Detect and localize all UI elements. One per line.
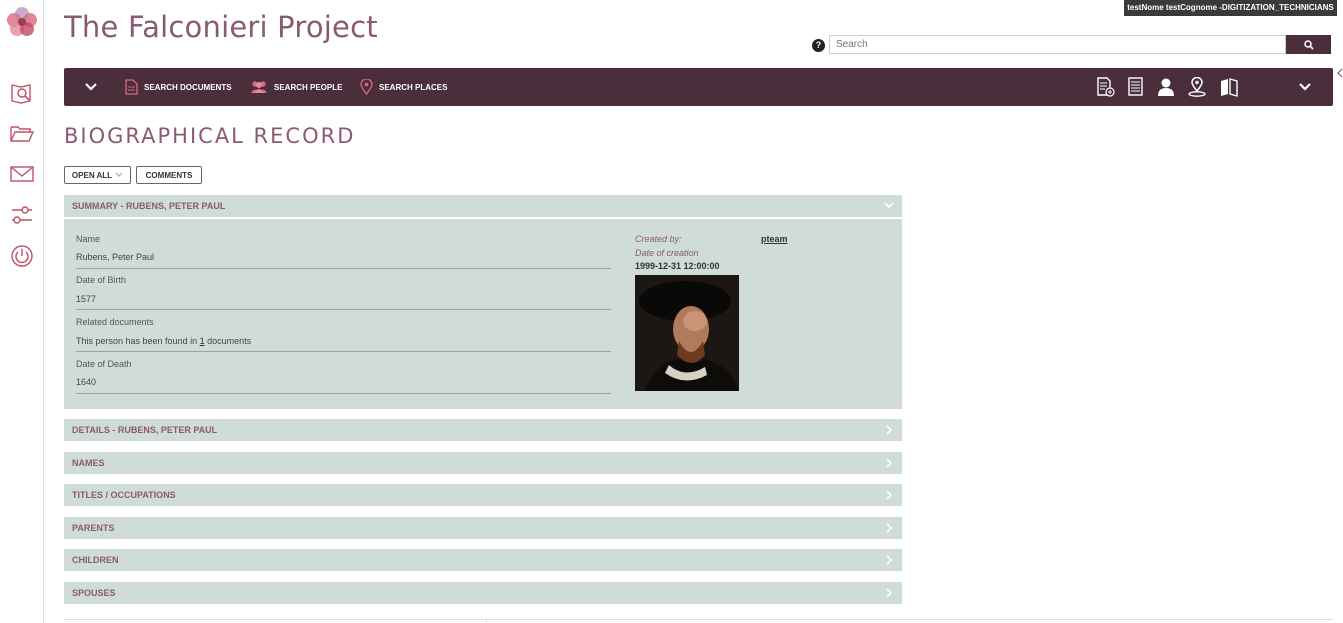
section-title: SPOUSES (72, 588, 116, 598)
search-button[interactable] (1286, 35, 1331, 54)
add-document-icon[interactable] (1095, 77, 1115, 97)
search-input[interactable] (829, 35, 1286, 54)
nav-label: SEARCH PLACES (379, 82, 448, 92)
field-value-name: Rubens, Peter Paul (76, 252, 155, 262)
field-label-related-documents: Related documents (76, 317, 154, 327)
field-label-birth: Date of Birth (76, 275, 127, 285)
related-text-suffix: documents (204, 336, 252, 346)
envelope-icon[interactable] (9, 161, 35, 187)
field-value-death: 1640 (76, 377, 97, 387)
titles-occupations-section-header[interactable]: TITLES / OCCUPATIONS (64, 484, 902, 506)
chevron-down-icon[interactable] (84, 82, 98, 92)
created-by-label: Created by: (635, 234, 682, 244)
place-pin-icon[interactable] (1187, 77, 1207, 97)
chevron-right-icon (886, 425, 893, 435)
field-divider (76, 268, 611, 269)
field-label-death: Date of Death (76, 359, 132, 369)
main-navbar: SEARCH DOCUMENTS SEARCH PEOPLE SEARCH PL… (64, 68, 1333, 106)
power-icon[interactable] (9, 243, 35, 269)
chevron-down-icon (115, 172, 123, 177)
date-of-creation-value: 1999-12-31 12:00:00 (635, 261, 720, 271)
children-section-header[interactable]: CHILDREN (64, 549, 902, 571)
summary-section-header[interactable]: SUMMARY - RUBENS, PETER PAUL (64, 195, 902, 217)
summary-section-body: Name Rubens, Peter Paul Date of Birth 15… (64, 218, 902, 409)
user-badge[interactable]: testNome testCognome -DIGITIZATION_TECHN… (1124, 0, 1337, 16)
chevron-right-icon (886, 555, 893, 565)
field-value-related-documents: This person has been found in 1 document… (76, 336, 251, 346)
open-all-label: OPEN ALL (71, 170, 113, 180)
related-text-prefix: This person has been found in (76, 336, 200, 346)
details-section-header[interactable]: DETAILS - RUBENS, PETER PAUL (64, 419, 902, 441)
field-label-name: Name (76, 234, 101, 244)
section-title: TITLES / OCCUPATIONS (72, 490, 176, 500)
person-icon[interactable] (1156, 77, 1176, 97)
page-title: BIOGRAPHICAL RECORD (64, 124, 356, 148)
nav-label: SEARCH PEOPLE (274, 82, 343, 92)
chevron-right-icon (886, 490, 893, 500)
app-title[interactable]: The Falconieri Project (64, 10, 378, 44)
spouses-section-header[interactable]: SPOUSES (64, 582, 902, 604)
comments-label: COMMENTS (145, 170, 193, 180)
nav-search-documents[interactable]: SEARCH DOCUMENTS (125, 68, 232, 106)
nav-search-places[interactable]: SEARCH PLACES (360, 68, 447, 106)
open-all-button[interactable]: OPEN ALL (64, 166, 131, 184)
section-title: PARENTS (72, 523, 115, 533)
left-sidebar (0, 0, 44, 623)
section-title: CHILDREN (72, 555, 119, 565)
book-icon[interactable] (1219, 77, 1239, 97)
chevron-down-icon (884, 202, 894, 209)
map-pin-icon (360, 79, 373, 95)
portrait-image[interactable] (635, 275, 739, 391)
parents-section-header[interactable]: PARENTS (64, 517, 902, 539)
magnifier-icon (1303, 39, 1314, 50)
section-title: DETAILS - RUBENS, PETER PAUL (72, 425, 218, 435)
sliders-icon[interactable] (9, 202, 35, 228)
nav-search-people[interactable]: SEARCH PEOPLE (250, 68, 342, 106)
document-icon (125, 79, 138, 95)
footer-divider (64, 619, 1333, 620)
field-divider (76, 309, 611, 310)
chevron-down-icon[interactable] (1298, 82, 1312, 92)
chevron-right-icon (886, 523, 893, 533)
chevron-right-icon (886, 458, 893, 468)
chevron-right-icon (886, 588, 893, 598)
question-circle-icon[interactable]: ? (812, 39, 825, 52)
date-of-creation-label: Date of creation (635, 248, 699, 258)
section-title: SUMMARY - RUBENS, PETER PAUL (72, 201, 226, 211)
field-divider (76, 393, 611, 394)
comments-button[interactable]: COMMENTS (136, 166, 202, 184)
names-section-header[interactable]: NAMES (64, 452, 902, 474)
nav-label: SEARCH DOCUMENTS (144, 82, 232, 92)
document-list-icon[interactable] (1125, 77, 1145, 97)
folder-open-icon[interactable] (9, 120, 35, 146)
section-title: NAMES (72, 458, 105, 468)
document-search-icon[interactable] (9, 81, 35, 107)
people-icon (251, 81, 267, 93)
chevron-left-icon[interactable] (1337, 68, 1343, 78)
flower-logo[interactable] (5, 5, 39, 39)
created-by-link[interactable]: pteam (761, 234, 788, 244)
field-value-birth: 1577 (76, 294, 97, 304)
field-divider (76, 351, 611, 352)
footer-column-divider (486, 619, 487, 623)
